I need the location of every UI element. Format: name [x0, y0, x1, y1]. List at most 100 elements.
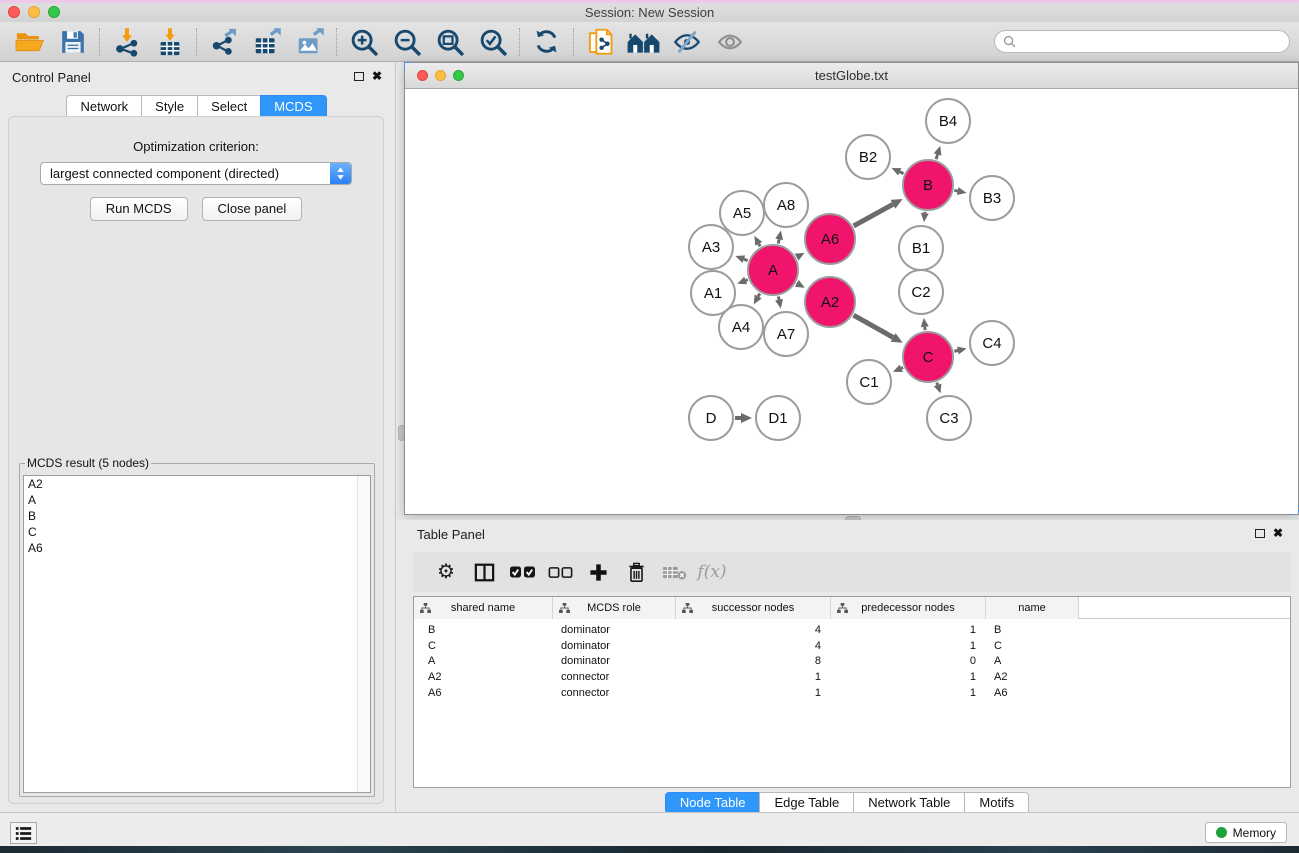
close-table-panel-icon[interactable]: ✖: [1273, 527, 1283, 540]
close-panel-button[interactable]: Close panel: [202, 197, 303, 221]
table-tabs: Node TableEdge TableNetwork TableMotifs: [396, 792, 1299, 814]
graph-edge-A2-C[interactable]: [854, 315, 894, 337]
function-builder-button[interactable]: f(x): [693, 555, 731, 589]
table-cell: connector: [553, 671, 676, 683]
graph-edge-C-C1[interactable]: [901, 368, 903, 369]
mcds-result-item[interactable]: C: [24, 524, 370, 540]
scrollbar-track[interactable]: [357, 476, 370, 792]
select-all-button[interactable]: [503, 555, 541, 589]
table-cell: A: [414, 655, 553, 667]
run-mcds-button[interactable]: Run MCDS: [90, 197, 188, 221]
delete-table-button[interactable]: [655, 555, 693, 589]
network-overview-button[interactable]: [622, 25, 665, 59]
table-settings-button[interactable]: ⚙: [427, 555, 465, 589]
graph-edge-B-B2[interactable]: [900, 172, 904, 174]
window-minimize-button[interactable]: [28, 6, 40, 18]
tab-network-table[interactable]: Network Table: [853, 792, 965, 814]
duplicate-network-button[interactable]: [579, 25, 622, 59]
network-window[interactable]: testGlobe.txt B4B2BB3A8A5A6A3B1AA1C2A2A4…: [404, 62, 1299, 515]
mcds-result-item[interactable]: A: [24, 492, 370, 508]
export-image-button[interactable]: [288, 25, 331, 59]
export-table-button[interactable]: [245, 25, 288, 59]
network-canvas[interactable]: B4B2BB3A8A5A6A3B1AA1C2A2A4A7C4CC1C3DD1: [405, 89, 1298, 514]
mcds-result-list[interactable]: A2ABCA6: [23, 475, 371, 793]
graph-edge-B-B4[interactable]: [936, 154, 938, 159]
graph-edge-A-A7[interactable]: [778, 296, 779, 299]
memory-button[interactable]: Memory: [1205, 822, 1287, 843]
save-session-button[interactable]: [51, 25, 94, 59]
import-network-icon: [112, 27, 142, 57]
graph-edge-A-A5[interactable]: [759, 244, 760, 247]
table-row[interactable]: A2connector11A2: [414, 669, 1290, 685]
table-panel: Table Panel ✖ ⚙: [396, 520, 1299, 812]
edge-arrowhead: [741, 413, 752, 423]
window-zoom-button[interactable]: [48, 6, 60, 18]
import-network-button[interactable]: [105, 25, 148, 59]
graph-edge-C-C3[interactable]: [937, 383, 938, 385]
tab-motifs[interactable]: Motifs: [964, 792, 1029, 814]
tab-node-table[interactable]: Node Table: [665, 792, 761, 814]
plus-icon: [589, 563, 608, 582]
table-cell: A2: [986, 671, 1079, 683]
table-row[interactable]: Adominator80A: [414, 654, 1290, 670]
graph-edge-A-A1[interactable]: [746, 280, 748, 281]
column-header-shared-name[interactable]: shared name: [414, 597, 553, 619]
graph-edge-A-A4[interactable]: [758, 294, 760, 297]
zoom-fit-button[interactable]: [428, 25, 471, 59]
mcds-result-item[interactable]: A6: [24, 540, 370, 556]
graph-edge-C-C4[interactable]: [954, 350, 957, 351]
control-panel-header: Control Panel ✖: [0, 62, 394, 88]
network-close-button[interactable]: [417, 70, 428, 81]
graph-edge-A-A8[interactable]: [778, 239, 779, 243]
column-header-mcds-role[interactable]: MCDS role: [553, 597, 676, 619]
table-row[interactable]: Bdominator41B: [414, 622, 1290, 638]
edge-arrowhead: [934, 146, 942, 156]
mcds-result-title: MCDS result (5 nodes): [25, 456, 151, 470]
task-history-button[interactable]: [10, 822, 37, 844]
sort-hierarchy-icon: [837, 603, 848, 616]
mcds-result-item[interactable]: B: [24, 508, 370, 524]
zoom-out-icon: [392, 27, 422, 57]
column-header-predecessor-nodes[interactable]: predecessor nodes: [831, 597, 986, 619]
search-box[interactable]: [994, 30, 1290, 53]
network-zoom-button[interactable]: [453, 70, 464, 81]
import-table-button[interactable]: [148, 25, 191, 59]
refresh-button[interactable]: [525, 25, 568, 59]
edge-arrowhead: [775, 230, 783, 240]
mcds-result-item[interactable]: A2: [24, 476, 370, 492]
deselect-all-button[interactable]: [541, 555, 579, 589]
graph-node-label: A8: [777, 197, 795, 214]
zoom-selected-button[interactable]: [471, 25, 514, 59]
table-header-row: shared name MCDS rolesuccessor nodesprede…: [414, 597, 1290, 619]
list-icon: [15, 826, 32, 841]
tab-edge-table[interactable]: Edge Table: [759, 792, 854, 814]
network-window-titlebar[interactable]: testGlobe.txt: [405, 63, 1298, 89]
column-header-label: shared name: [451, 602, 515, 614]
show-graphics-details-button[interactable]: [708, 25, 751, 59]
graph-edge-B-B3[interactable]: [954, 190, 957, 191]
toolbar-separator: [519, 28, 520, 56]
export-network-button[interactable]: [202, 25, 245, 59]
window-close-button[interactable]: [8, 6, 20, 18]
close-panel-icon[interactable]: ✖: [372, 70, 382, 83]
memory-label: Memory: [1233, 826, 1276, 840]
graph-edge-A-A3[interactable]: [744, 259, 748, 260]
column-header-successor-nodes[interactable]: successor nodes: [676, 597, 831, 619]
zoom-in-button[interactable]: [342, 25, 385, 59]
float-panel-icon[interactable]: [354, 72, 364, 81]
table-row[interactable]: Cdominator41C: [414, 638, 1290, 654]
add-column-button[interactable]: [579, 555, 617, 589]
column-view-button[interactable]: [465, 555, 503, 589]
network-minimize-button[interactable]: [435, 70, 446, 81]
open-session-button[interactable]: [8, 25, 51, 59]
zoom-out-button[interactable]: [385, 25, 428, 59]
float-table-panel-icon[interactable]: [1255, 529, 1265, 538]
graph-edge-A6-B[interactable]: [854, 204, 893, 226]
table-cell: 4: [676, 624, 831, 636]
criterion-dropdown[interactable]: largest connected component (directed): [40, 162, 352, 185]
table-row[interactable]: A6connector11A6: [414, 685, 1290, 701]
column-header-name[interactable]: name: [986, 597, 1079, 619]
search-input[interactable]: [1021, 33, 1289, 51]
delete-column-button[interactable]: [617, 555, 655, 589]
hide-graphics-details-button[interactable]: [665, 25, 708, 59]
